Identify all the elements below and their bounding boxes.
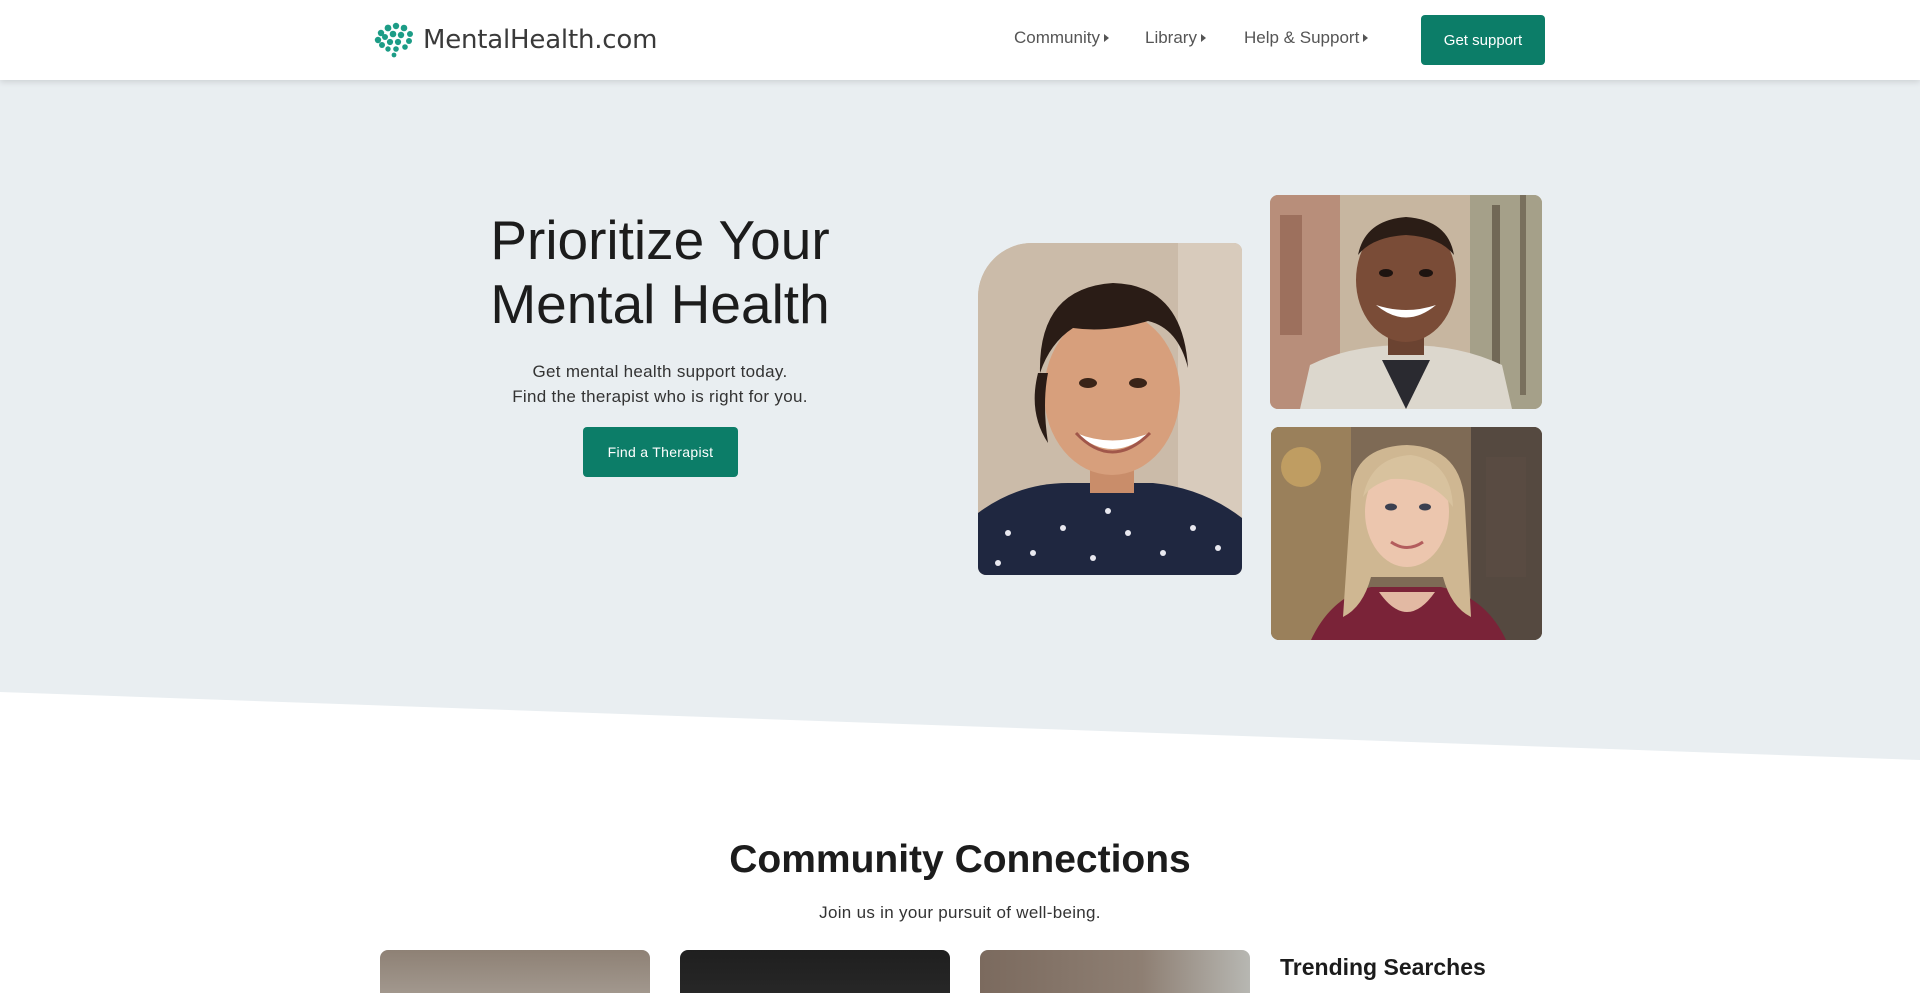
trending-searches-title: Trending Searches (1280, 954, 1486, 980)
blonde-woman-photo (1271, 427, 1542, 640)
nav-help-support-label: Help & Support (1244, 28, 1360, 47)
hero-title: Prioritize Your Mental Health (420, 208, 900, 336)
logo-text: MentalHealth.com (423, 25, 658, 55)
get-support-button[interactable]: Get support (1421, 15, 1545, 65)
nav-library[interactable]: Library (1145, 28, 1206, 48)
nav-help-support[interactable]: Help & Support (1244, 28, 1369, 48)
logo-link[interactable]: MentalHealth.com (373, 21, 657, 59)
smiling-man-photo (1270, 195, 1542, 409)
brain-logo-icon (373, 21, 415, 59)
hero-title-line-2: Mental Health (490, 273, 830, 335)
find-therapist-button[interactable]: Find a Therapist (583, 427, 738, 477)
hero-subtitle-line-1: Get mental health support today. (532, 362, 788, 381)
nav-community-label: Community (1014, 28, 1100, 47)
hero-subtitle-line-2: Find the therapist who is right for you. (512, 387, 808, 406)
community-section-title: Community Connections (729, 838, 1191, 881)
nav-library-label: Library (1145, 28, 1197, 47)
community-card-3[interactable] (980, 950, 1250, 993)
hero-subtitle: Get mental health support today. Find th… (420, 359, 900, 409)
nav-community[interactable]: Community (1014, 28, 1109, 48)
site-header: MentalHealth.com Community Library Help … (0, 0, 1920, 80)
smiling-woman-photo (978, 243, 1242, 575)
community-card-2[interactable] (680, 950, 950, 993)
caret-right-icon (1103, 34, 1109, 42)
caret-right-icon (1363, 34, 1369, 42)
community-card-1[interactable] (380, 950, 650, 993)
hero-background (0, 80, 1920, 760)
caret-right-icon (1200, 34, 1206, 42)
community-section-subtitle: Join us in your pursuit of well-being. (819, 903, 1101, 922)
hero-title-line-1: Prioritize Your (490, 209, 830, 271)
